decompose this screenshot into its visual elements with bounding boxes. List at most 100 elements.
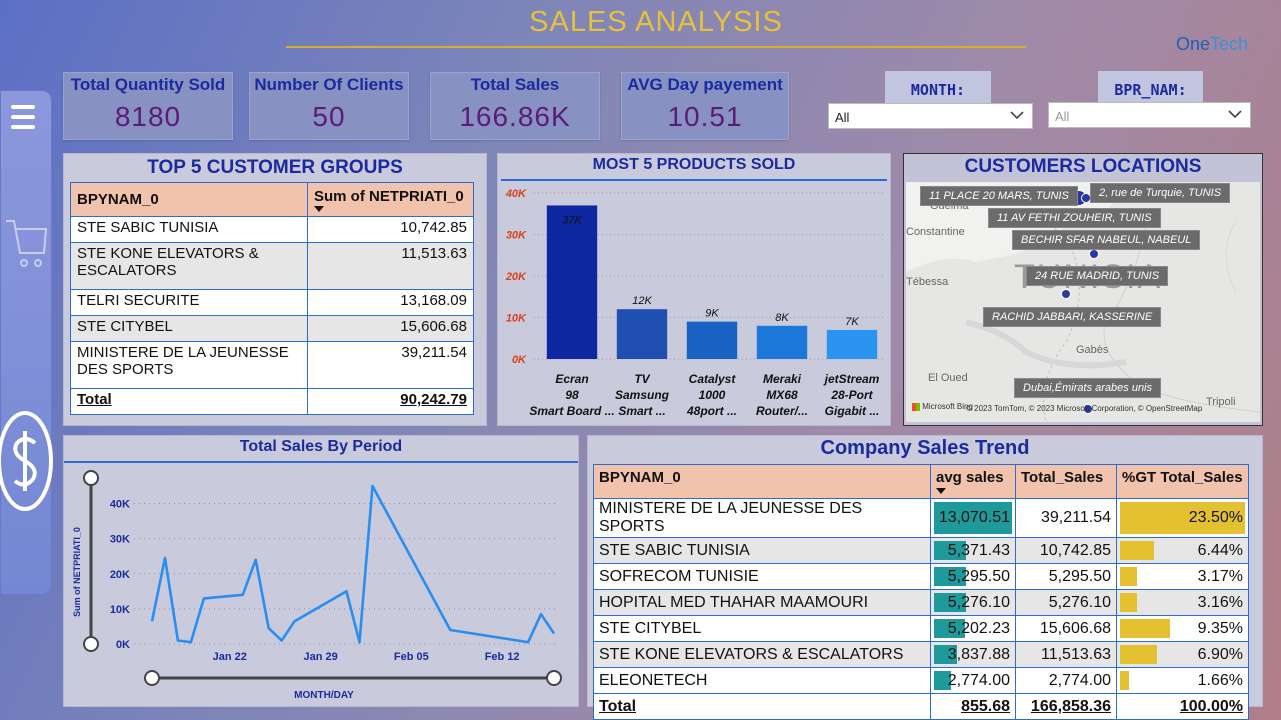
data-label: 8K [775,312,789,324]
bar [756,325,808,359]
top5-title: TOP 5 CUSTOMER GROUPS [147,157,403,178]
x-tick-label: TV Samsung Smart ... [615,372,670,418]
menu-icon[interactable] [11,105,35,129]
y-axis-label: Sum of NETPRIATI_0 [72,527,82,617]
map-place-label: Tripoli [1206,396,1236,408]
y-range-slider-handle[interactable] [83,470,99,486]
map-pin[interactable] [1061,289,1071,299]
month-dropdown[interactable]: All [828,103,1033,129]
column-header[interactable]: Sum of NETPRIATI_0 [307,182,474,217]
chevron-down-icon [1228,110,1242,119]
y-tick-label: 20K [110,569,130,581]
y-tick-label: 10K [506,313,527,325]
table-row[interactable]: HOPITAL MED THAHAR MAAMOURI 5,276.10 5,276… [593,589,1249,616]
pct-bar [1120,567,1137,586]
trend-title: Company Sales Trend [820,437,1030,459]
kpi-total-sales: Total Sales 166.86K [430,72,600,140]
month-slicer-label: MONTH: [885,71,991,105]
pct-bar [1120,593,1137,612]
map-place-label: El Oued [928,372,968,384]
table-total-row: Total 90,242.79 [70,388,474,415]
map-pin-label[interactable]: BECHIR SFAR NABEUL, NABEUL [1012,230,1201,250]
pct-bar [1120,541,1155,560]
trend-panel: Company Sales Trend BPYNAM_0 avg sales T… [587,435,1263,720]
sort-desc-icon [314,205,324,212]
map-attribution: © 2023 TomTom, © 2023 Microsoft Corporat… [966,404,1203,413]
column-header[interactable]: BPYNAM_0 [593,464,931,499]
table-row[interactable]: ELEONETECH 2,774.00 2,774.00 1.66% [593,667,1249,694]
y-tick-label: 40K [110,499,130,511]
data-label: 9K [705,308,719,320]
map-pin-label[interactable]: 11 PLACE 20 MARS, TUNIS [920,186,1078,206]
sidebar [0,90,53,595]
x-tick-label: Meraki MX68 Router/... [756,372,808,418]
x-tick-label: Jan 22 [213,651,247,663]
kpi-avg-day-payment: AVG Day payement 10.51 [621,72,789,140]
y-tick-label: 30K [506,230,527,242]
table-row[interactable]: MINISTERE DE LA JEUNESSE DES SPORTS 39,21… [70,341,474,389]
page-title: SALES ANALYSIS [286,6,1026,48]
y-tick-label: 0K [512,354,527,366]
top5-panel: TOP 5 CUSTOMER GROUPS BPYNAM_0 Sum of NE… [63,153,487,426]
table-row[interactable]: STE CITYBEL 5,202.23 15,606.68 9.35% [593,615,1249,642]
map-provider: Microsoft Bing [912,402,973,411]
bpr-slicer-label: BPR_NAM: [1098,71,1203,105]
map[interactable]: Guelma Constantine Tébessa Gabès El Oued… [906,182,1260,422]
x-axis-label: MONTH/DAY [294,690,354,701]
sales-line [150,484,556,644]
y-tick-label: 40K [505,188,527,200]
pct-bar [1120,671,1129,690]
x-tick-label: Feb 05 [394,651,429,663]
period-line-chart: 0K 10K 20K 30K 40K Jan 22 Jan 29 Feb 05 Feb 12 MO… [72,470,562,701]
x-tick-label: jetStream 28-Port Gigabit ... [823,372,880,418]
bar [826,329,878,359]
x-range-slider-handle[interactable] [144,670,160,686]
period-title: Total Sales By Period [64,438,578,463]
data-label: 12K [632,295,652,307]
table-row[interactable]: STE KONE ELEVATORS & ESCALATORS 3,837.88 1… [593,641,1249,668]
dollar-icon[interactable] [0,411,53,511]
column-header[interactable]: avg sales [930,464,1016,499]
pct-bar [1120,645,1157,664]
map-pin-label[interactable]: Dubai,Émirats arabes unis [1014,378,1162,398]
products-panel: MOST 5 PRODUCTS SOLD 0K 10K 20K 30K 40K 37K Ec… [497,153,891,426]
pct-bar [1120,619,1170,638]
column-header[interactable]: BPYNAM_0 [70,182,308,217]
map-pin-label[interactable]: 2, rue de Turquie, TUNIS [1090,183,1231,203]
data-label: 7K [845,316,859,328]
cart-icon[interactable] [4,213,48,273]
kpi-total-quantity: Total Quantity Sold 8180 [63,72,233,140]
x-range-slider-handle[interactable] [546,670,562,686]
products-title: MOST 5 PRODUCTS SOLD [501,156,887,181]
x-tick-label: Jan 29 [303,651,337,663]
top5-table: BPYNAM_0 Sum of NETPRIATI_0 STE SABIC TU… [70,182,474,415]
onetech-logo: OneTech [1176,34,1249,54]
table-row[interactable]: STE SABIC TUNISIA 10,742.85 [70,216,474,243]
column-header[interactable]: Total_Sales [1015,464,1117,499]
table-row[interactable]: STE SABIC TUNISIA 5,371.43 10,742.85 6.44% [593,537,1249,564]
map-pin[interactable] [1089,249,1099,259]
y-tick-label: 20K [505,271,527,283]
x-tick-label: Catalyst 1000 48port ... [686,372,737,418]
chevron-down-icon [1010,111,1024,120]
y-tick-label: 10K [110,604,130,616]
map-place-label: Constantine [906,226,965,238]
y-range-slider-handle[interactable] [83,636,99,652]
bar [546,205,598,359]
column-header[interactable]: %GT Total_Sales [1116,464,1249,499]
table-row[interactable]: STE CITYBEL 15,606.68 [70,315,474,342]
x-tick-label: Ecran 98 Smart Board ... [529,372,614,418]
y-tick-label: 30K [110,534,130,546]
bar [616,309,668,359]
map-pin-label[interactable]: 24 RUE MADRID, TUNIS [1026,266,1169,286]
table-row[interactable]: MINISTERE DE LA JEUNESSE DES SPORTS 13,07… [593,498,1249,538]
table-row[interactable]: SOFRECOM TUNISIE 5,295.50 5,295.50 3.17% [593,563,1249,590]
table-row[interactable]: STE KONE ELEVATORS & ESCALATORS 11,513.63 [70,242,474,290]
trend-table: BPYNAM_0 avg sales Total_Sales %GT Total… [593,464,1249,720]
map-pin-label[interactable]: 11 AV FETHI ZOUHEIR, TUNIS [988,208,1161,228]
kpi-number-of-clients: Number Of Clients 50 [249,72,409,140]
map-pin-label[interactable]: RACHID JABBARI, KASSERINE [983,307,1162,327]
products-bar-chart: 0K 10K 20K 30K 40K 37K Ecran 98 Smart Board ... 1… [505,188,884,418]
bpr-dropdown[interactable]: All [1048,102,1251,128]
table-row[interactable]: TELRI SECURITE 13,168.09 [70,289,474,316]
